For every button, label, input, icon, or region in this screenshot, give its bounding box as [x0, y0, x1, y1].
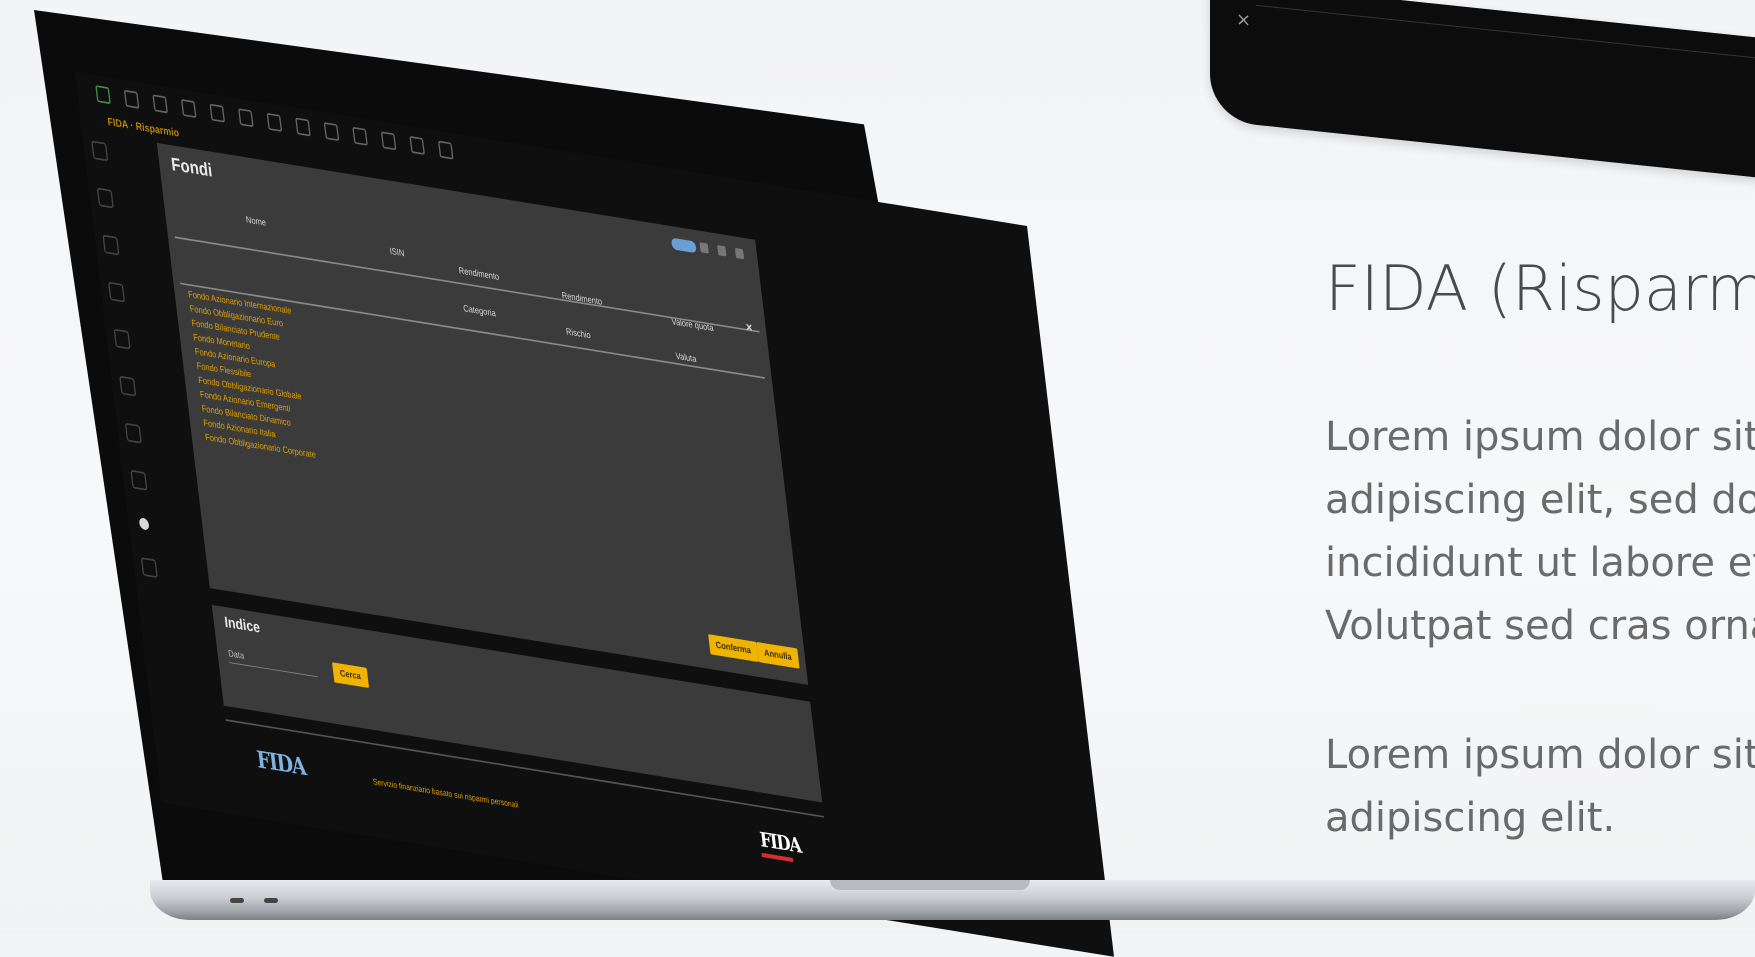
paragraph-line: Lorem ipsum dolor sit amet, consectetur [1325, 732, 1755, 778]
paragraph-line: adipiscing elit, sed do eiusmod tempor [1325, 477, 1755, 523]
filter-icon[interactable] [717, 245, 727, 257]
panel-actions [699, 242, 745, 260]
panel-title: Fondi [170, 153, 214, 181]
help-icon[interactable] [437, 140, 454, 160]
sidebar-settings-icon[interactable] [119, 375, 137, 397]
chart-icon: ⨯ [1236, 8, 1252, 31]
search-button[interactable]: Cerca [332, 662, 369, 688]
fund-list: Fondo Azionario Internazionale Fondo Obb… [187, 288, 355, 469]
column-header[interactable]: Nome [245, 215, 266, 228]
sidebar-portfolio-icon[interactable] [102, 234, 120, 256]
paragraph-line: Volutpat sed cras ornare arcu dui. [1325, 603, 1755, 649]
sidebar-chart-icon[interactable] [130, 469, 148, 491]
paragraph-line: adipiscing elit. [1325, 795, 1616, 841]
sidebar-dashboard-icon[interactable] [91, 140, 109, 162]
view-toggle[interactable] [670, 237, 697, 254]
paragraph-line: Lorem ipsum dolor sit amet, consectetur [1325, 414, 1755, 460]
list-icon[interactable] [238, 108, 254, 128]
settings-icon[interactable] [323, 122, 340, 142]
print-icon[interactable] [352, 126, 368, 146]
grid-icon[interactable] [180, 99, 197, 119]
menu-icon[interactable] [734, 247, 745, 260]
column-subheader: Rischio [565, 326, 592, 341]
monitor-corner: ⨯ [1210, 0, 1755, 184]
laptop-base-ports [230, 898, 278, 903]
home-icon[interactable] [123, 89, 140, 109]
refresh-icon[interactable] [699, 242, 709, 254]
file-icon[interactable] [152, 94, 168, 114]
confirm-button[interactable]: Conferma [707, 634, 759, 663]
sidebar-help-icon[interactable] [140, 557, 158, 579]
cancel-button[interactable]: Annulla [756, 641, 800, 669]
paragraph-line: incididunt ut labore et dolore magna ali… [1325, 540, 1755, 586]
column-header[interactable]: ISIN [389, 246, 405, 258]
app-logo-icon[interactable] [95, 85, 111, 105]
monitor-screen [1256, 4, 1755, 119]
sidebar-search-icon[interactable] [124, 422, 142, 444]
user-icon[interactable] [295, 117, 311, 137]
calendar-icon[interactable] [266, 112, 283, 132]
laptop-mockup: FIDA · Risparmio Fondi Nome ISIN Rendime… [0, 0, 1755, 957]
laptop-base [150, 880, 1755, 920]
chart-icon[interactable] [209, 103, 226, 123]
slide-title: FIDA (Risparmio [1325, 252, 1755, 325]
column-subheader: Categoria [462, 303, 497, 319]
mail-icon[interactable] [409, 135, 425, 155]
date-field[interactable]: Data [227, 648, 318, 678]
column-header[interactable]: Rendimento [458, 266, 500, 283]
sidebar-reports-icon[interactable] [107, 281, 126, 303]
close-icon[interactable]: × [745, 320, 753, 336]
fida-logo-left: FIDA [255, 745, 307, 781]
panel2-title: Indice [223, 613, 261, 636]
sidebar-funds-icon[interactable] [96, 187, 114, 209]
funds-panel: Fondi Nome ISIN Rendimento Rendimento Va… [156, 142, 809, 685]
sidebar-users-icon[interactable] [113, 328, 131, 350]
slide-paragraph-1: Lorem ipsum dolor sit amet, consectetur … [1325, 406, 1755, 658]
fida-logo-right: FIDA [758, 827, 803, 872]
footer-text: Servizio finanziario basato sui risparmi… [372, 777, 520, 811]
slide-paragraph-2: Lorem ipsum dolor sit amet, consectetur … [1325, 724, 1755, 850]
export-icon[interactable] [380, 131, 397, 151]
sidebar-active-dot-icon[interactable] [138, 517, 150, 531]
